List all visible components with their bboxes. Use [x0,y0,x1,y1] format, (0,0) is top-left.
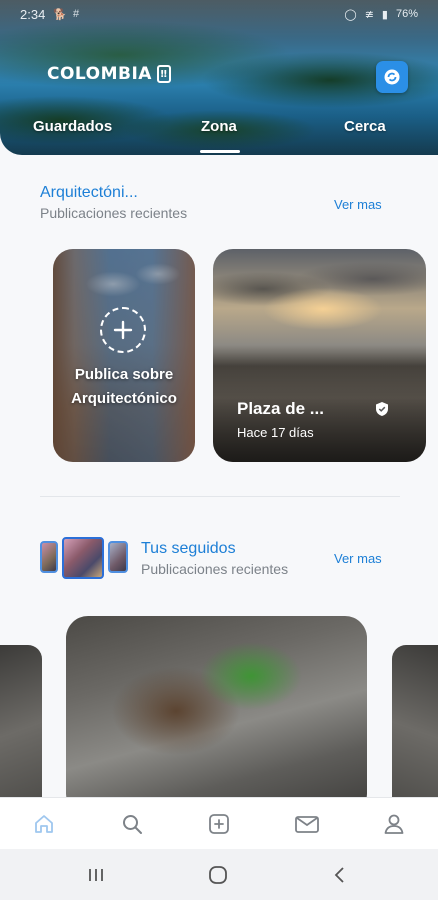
section-following-header: Tus seguidos Publicaciones recientes [141,540,288,577]
section-arch-subtitle: Publicaciones recientes [40,205,188,221]
see-more-following-link[interactable]: Ver mas [334,551,382,566]
dog-icon: 🐕 [53,8,68,21]
post-title: Plaza de ... [237,399,324,418]
alarm-icon: ◯ [344,8,357,21]
home-system-button[interactable] [206,863,230,887]
bottom-navigation [0,797,438,849]
section-arch-header: Arquitectóni... Publicaciones recientes [40,184,187,221]
search-icon [123,815,142,834]
app-logo: COLOMBIA ‼ [47,64,171,84]
mail-icon [295,816,319,833]
post-card-next[interactable] [392,645,438,815]
nav-messages[interactable] [293,810,321,838]
plus-icon [113,320,133,340]
logo-mark-icon: ‼ [156,65,171,83]
post-card-bonsai[interactable] [66,616,367,816]
create-post-card[interactable] [53,249,195,462]
back-chevron-icon [334,867,344,883]
tab-cerca[interactable]: Cerca [344,118,386,135]
section-divider [40,496,400,497]
create-post-line2: Arquitectónico [71,390,177,407]
recent-apps-button[interactable] [84,863,108,887]
wifi-icon: ≇ [364,8,374,21]
see-more-arch-link[interactable]: Ver mas [334,197,382,212]
nav-search[interactable] [118,810,146,838]
post-time: Hace 17 días [237,425,314,440]
nav-home[interactable] [30,810,58,838]
zone-tabs: Guardados Zona Cerca [0,112,438,153]
system-navigation-bar [0,849,438,900]
battery-text: 76% [395,8,418,20]
status-time: 2:34 [20,6,46,22]
followed-avatar[interactable] [108,541,128,573]
active-tab-indicator [200,150,240,153]
create-post-line1: Publica sobre [74,366,174,383]
home-icon [35,815,53,833]
followed-avatar[interactable] [40,541,58,573]
followed-avatar-active[interactable] [62,537,104,579]
add-post-circle-icon[interactable] [100,307,146,353]
verified-shield-icon [375,401,389,422]
create-post-label: Publica sobre Arquitectónico [53,363,195,411]
status-bar: 2:34 🐕 # ◯ ≇ ▮ 76% [0,0,438,28]
add-post-icon [209,814,229,834]
header-banner: 2:34 🐕 # ◯ ≇ ▮ 76% COLOMBIA ‼ Guardados … [0,0,438,155]
hash-icon: # [73,7,80,20]
recent-apps-icon [89,869,103,881]
notification-icons: 🐕 # [53,8,79,21]
tab-zona[interactable]: Zona [201,118,237,135]
post-card-previous[interactable] [0,645,42,815]
logo-text: COLOMBIA [47,64,152,84]
signal-icon: ▮ [381,8,388,21]
sync-icon [384,69,400,85]
tab-guardados[interactable]: Guardados [33,118,112,135]
nav-add-post[interactable] [205,810,233,838]
section-following-subtitle: Publicaciones recientes [141,561,289,577]
home-circle-icon [209,866,227,884]
section-following-title[interactable]: Tus seguidos [141,540,288,558]
section-arch-title[interactable]: Arquitectóni... [40,184,187,202]
back-button[interactable] [328,863,352,887]
profile-icon [384,814,404,834]
sync-button[interactable] [376,61,408,93]
nav-profile[interactable] [380,810,408,838]
